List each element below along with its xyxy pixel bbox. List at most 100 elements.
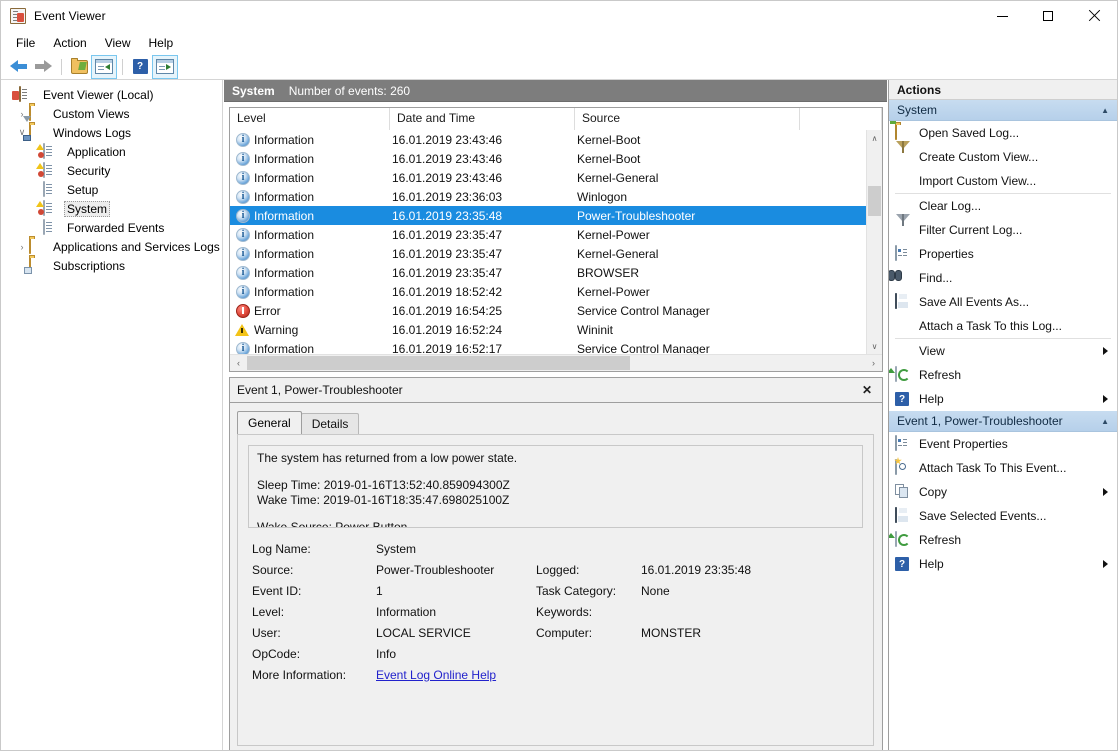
action-help[interactable]: ? Help bbox=[889, 387, 1117, 411]
horizontal-scroll-thumb[interactable] bbox=[247, 356, 631, 370]
actions-group-header-event[interactable]: Event 1, Power-Troubleshooter ▲ bbox=[889, 411, 1117, 432]
menu-file[interactable]: File bbox=[7, 33, 44, 53]
event-list-vertical-scrollbar[interactable]: ∧ ∨ bbox=[866, 130, 882, 354]
action-filter-current-log[interactable]: Filter Current Log... bbox=[889, 214, 1117, 242]
help-button[interactable]: ? bbox=[128, 56, 152, 78]
close-button[interactable] bbox=[1071, 1, 1117, 31]
table-row[interactable]: i Information 16.01.2019 18:52:42 Kernel… bbox=[230, 282, 866, 301]
scroll-down-button[interactable]: ∨ bbox=[867, 338, 882, 354]
action-find[interactable]: Find... bbox=[889, 266, 1117, 290]
table-row[interactable]: Warning 16.01.2019 16:52:24 Wininit bbox=[230, 320, 866, 339]
tree-item-label: Application bbox=[67, 144, 126, 159]
menu-view[interactable]: View bbox=[96, 33, 140, 53]
action-label: View bbox=[919, 344, 945, 358]
action-label: Help bbox=[919, 557, 944, 571]
scroll-right-button[interactable]: › bbox=[865, 355, 882, 371]
source-value: Power-Troubleshooter bbox=[376, 563, 495, 577]
action-copy[interactable]: Copy bbox=[889, 480, 1117, 504]
action-attach-task-to-this-event[interactable]: Attach Task To This Event... bbox=[889, 456, 1117, 480]
tree-item-custom-views[interactable]: › Custom Views bbox=[1, 104, 222, 123]
level-text: Information bbox=[254, 246, 315, 261]
forward-button[interactable] bbox=[31, 56, 55, 78]
tree-item-windows-logs[interactable]: ∨ Windows Logs bbox=[1, 123, 222, 142]
table-row[interactable]: Error 16.01.2019 16:54:25 Service Contro… bbox=[230, 301, 866, 320]
action-label: Find... bbox=[919, 271, 953, 285]
horizontal-scroll-track[interactable] bbox=[247, 355, 865, 371]
event-id-value: 1 bbox=[376, 584, 383, 598]
action-properties[interactable]: Properties bbox=[889, 242, 1117, 266]
action-refresh[interactable]: Refresh bbox=[889, 363, 1117, 387]
cell-source: Kernel-Boot bbox=[577, 132, 641, 147]
folder-monitor-icon bbox=[29, 123, 45, 141]
table-row[interactable]: i Information 16.01.2019 23:35:47 Kernel… bbox=[230, 225, 866, 244]
scroll-left-button[interactable]: ‹ bbox=[230, 355, 247, 371]
tree-item-event-viewer-local[interactable]: Event Viewer (Local) bbox=[1, 85, 222, 104]
tree-item-forwarded-events[interactable]: Forwarded Events bbox=[1, 218, 222, 237]
action-save-selected-events[interactable]: Save Selected Events... bbox=[889, 504, 1117, 528]
action-label: Create Custom View... bbox=[919, 150, 1039, 164]
minimize-button[interactable] bbox=[979, 1, 1025, 31]
action-create-custom-view[interactable]: Create Custom View... bbox=[889, 141, 1117, 169]
event-log-online-help-link[interactable]: Event Log Online Help bbox=[376, 668, 496, 682]
more-information-label: More Information: bbox=[252, 668, 347, 682]
tree-item-system[interactable]: System bbox=[1, 199, 222, 218]
action-event-properties[interactable]: Event Properties bbox=[889, 432, 1117, 456]
action-label: Help bbox=[919, 392, 944, 406]
tab-general[interactable]: General bbox=[237, 411, 302, 434]
action-save-all-events-as[interactable]: Save All Events As... bbox=[889, 290, 1117, 314]
action-open-saved-log[interactable]: Open Saved Log... bbox=[889, 121, 1117, 145]
tree-item-applications-and-services-logs[interactable]: › Applications and Services Logs bbox=[1, 237, 222, 256]
vertical-scroll-thumb[interactable] bbox=[868, 186, 881, 216]
console-tree-pane-icon bbox=[95, 59, 113, 74]
show-hide-action-pane-button[interactable] bbox=[152, 54, 178, 79]
table-row[interactable]: i Information 16.01.2019 23:36:03 Winlog… bbox=[230, 187, 866, 206]
scroll-up-button[interactable]: ∧ bbox=[867, 130, 882, 146]
tree-item-subscriptions[interactable]: Subscriptions bbox=[1, 256, 222, 275]
table-row[interactable]: i Information 16.01.2019 23:43:46 Kernel… bbox=[230, 168, 866, 187]
tree-item-security[interactable]: Security bbox=[1, 161, 222, 180]
table-row[interactable]: i Information 16.01.2019 23:43:46 Kernel… bbox=[230, 149, 866, 168]
close-icon[interactable]: ✕ bbox=[858, 381, 876, 399]
column-header-level[interactable]: Level bbox=[230, 108, 390, 130]
empty-label-2 bbox=[536, 647, 641, 661]
action-import-custom-view[interactable]: Import Custom View... bbox=[889, 169, 1117, 193]
cell-level: i Information bbox=[230, 265, 390, 280]
tree-twisty[interactable]: › bbox=[15, 237, 29, 256]
table-row[interactable]: i Information 16.01.2019 23:43:46 Kernel… bbox=[230, 130, 866, 149]
cell-source: Kernel-Boot bbox=[577, 151, 641, 166]
table-row[interactable]: i Information 16.01.2019 23:35:47 Kernel… bbox=[230, 244, 866, 263]
actions-group-header-system[interactable]: System ▲ bbox=[889, 100, 1117, 121]
table-row-selected[interactable]: i Information 16.01.2019 23:35:48 Power-… bbox=[230, 206, 866, 225]
maximize-button[interactable] bbox=[1025, 1, 1071, 31]
table-row[interactable]: i Information 16.01.2019 23:35:47 BROWSE… bbox=[230, 263, 866, 282]
menu-action[interactable]: Action bbox=[44, 33, 95, 53]
event-detail-pane: Event 1, Power-Troubleshooter ✕ General … bbox=[229, 377, 883, 750]
action-help-event[interactable]: ? Help bbox=[889, 552, 1117, 576]
toolbar-separator-1 bbox=[61, 58, 62, 75]
action-view[interactable]: View bbox=[889, 339, 1117, 363]
back-button[interactable] bbox=[6, 56, 30, 78]
tree-item-application[interactable]: Application bbox=[1, 142, 222, 161]
event-list-body: i Information 16.01.2019 23:43:46 Kernel… bbox=[230, 130, 866, 354]
column-header-source[interactable]: Source bbox=[575, 108, 800, 130]
column-header-date-and-time[interactable]: Date and Time bbox=[390, 108, 575, 130]
folder-filter-icon bbox=[29, 104, 45, 122]
event-message-box: The system has returned from a low power… bbox=[248, 445, 863, 528]
action-clear-log[interactable]: Clear Log... bbox=[889, 194, 1117, 218]
show-hide-console-tree-button[interactable] bbox=[91, 54, 117, 79]
action-refresh-event[interactable]: Refresh bbox=[889, 528, 1117, 552]
column-header-extra[interactable] bbox=[800, 108, 882, 130]
action-attach-a-task-to-this-log[interactable]: Attach a Task To this Log... bbox=[889, 314, 1117, 338]
vertical-scroll-track[interactable] bbox=[867, 146, 882, 338]
up-one-level-button[interactable] bbox=[67, 56, 91, 78]
detail-title-bar: Event 1, Power-Troubleshooter ✕ bbox=[230, 378, 882, 403]
tab-details[interactable]: Details bbox=[300, 413, 360, 434]
tree-item-setup[interactable]: Setup bbox=[1, 180, 222, 199]
event-list-horizontal-scrollbar[interactable]: ‹ › bbox=[230, 354, 882, 371]
collapse-caret-icon[interactable]: ▲ bbox=[1101, 417, 1109, 426]
table-row[interactable]: i Information 16.01.2019 16:52:17 Servic… bbox=[230, 339, 866, 354]
create-custom-view-icon bbox=[895, 141, 911, 165]
menu-help[interactable]: Help bbox=[140, 33, 183, 53]
action-label: Refresh bbox=[919, 533, 962, 547]
collapse-caret-icon[interactable]: ▲ bbox=[1101, 106, 1109, 115]
